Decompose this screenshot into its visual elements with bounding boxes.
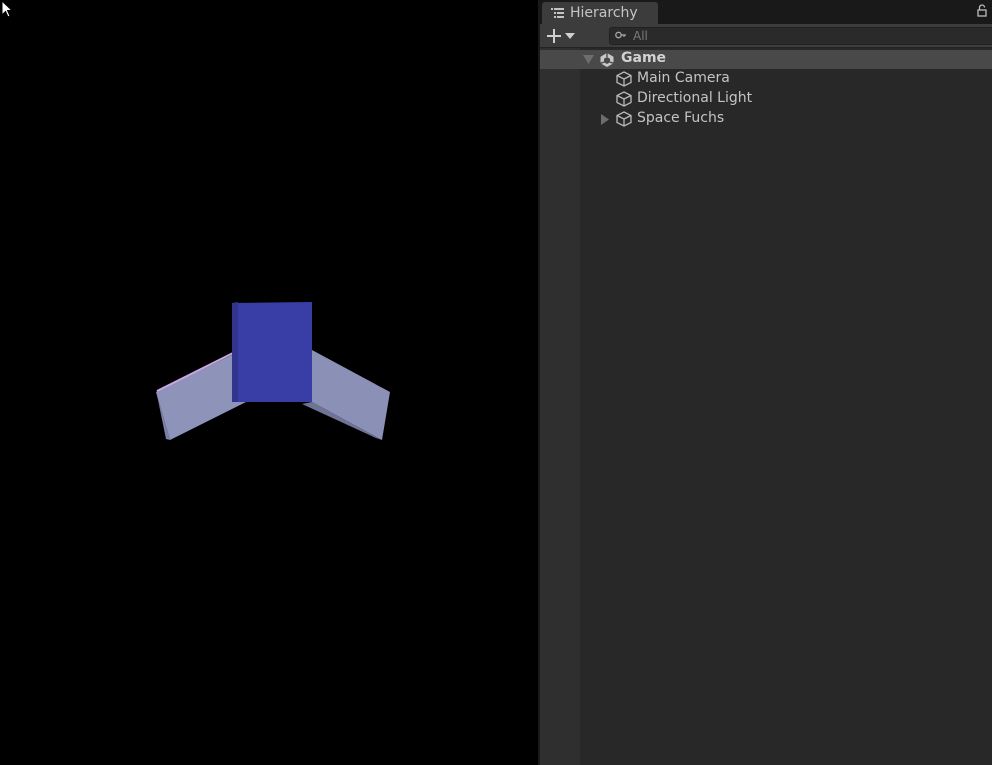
ship-body-side: [232, 302, 238, 402]
search-input[interactable]: All: [609, 27, 992, 45]
mouse-cursor-icon: [1, 0, 14, 18]
gameobject-cube-icon: [616, 111, 632, 127]
scene-row-game[interactable]: Game: [540, 50, 992, 69]
hierarchy-panel: Hierarchy All Game Main Camera Direction…: [540, 0, 992, 765]
tab-strip: Hierarchy: [540, 0, 992, 24]
unity-scene-icon: [600, 53, 614, 67]
expand-arrow-icon[interactable]: [583, 55, 594, 64]
caret-down-icon: [565, 33, 575, 39]
tree-item-directional-light[interactable]: Directional Light: [540, 89, 992, 109]
tab-label: Hierarchy: [570, 5, 638, 21]
plus-icon: [547, 29, 561, 43]
hierarchy-toolbar: All: [540, 24, 992, 48]
tree-item-label: Directional Light: [637, 90, 753, 106]
ship-body: [232, 302, 312, 402]
spaceship-render: [156, 302, 390, 440]
add-object-button[interactable]: [546, 27, 580, 45]
tree-item-space-fuchs[interactable]: Space Fuchs: [540, 109, 992, 129]
tab-hierarchy[interactable]: Hierarchy: [542, 2, 658, 24]
game-view[interactable]: [0, 0, 538, 765]
search-icon: [615, 31, 626, 39]
tree-gutter: [540, 48, 580, 765]
search-placeholder: All: [633, 29, 648, 43]
tree-item-label: Main Camera: [637, 70, 730, 86]
lock-icon[interactable]: [977, 4, 987, 17]
gameobject-cube-icon: [616, 71, 632, 87]
collapse-arrow-icon[interactable]: [601, 114, 609, 125]
hierarchy-tree[interactable]: Game Main Camera Directional Light Space…: [540, 48, 992, 765]
tree-item-label: Space Fuchs: [637, 110, 725, 126]
hierarchy-list-icon: [551, 8, 564, 18]
tree-item-main-camera[interactable]: Main Camera: [540, 69, 992, 89]
gameobject-cube-icon: [616, 91, 632, 107]
scene-name: Game: [621, 50, 667, 66]
